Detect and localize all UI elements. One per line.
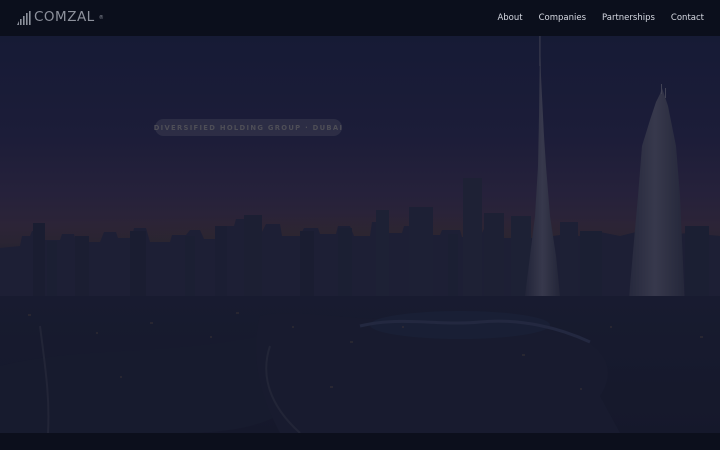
hero-section: Diversified Holding Group · Dubai	[0, 36, 720, 433]
hero-background-skyline-image	[0, 36, 720, 433]
nav-link-partnerships[interactable]: Partnerships	[602, 13, 655, 23]
main-nav: About Companies Partnerships Contact	[497, 13, 704, 23]
top-navigation-bar: COMZAL ® About Companies Partnerships Co…	[0, 0, 720, 36]
nav-link-contact[interactable]: Contact	[671, 13, 704, 23]
bottom-dark-strip	[0, 433, 720, 450]
hero-tagline-pill: Diversified Holding Group · Dubai	[153, 119, 344, 136]
nav-link-about[interactable]: About	[497, 13, 522, 23]
hero-tagline-text: Diversified Holding Group · Dubai	[153, 123, 344, 132]
registered-mark: ®	[98, 15, 105, 21]
brand-logo[interactable]: COMZAL ®	[16, 11, 104, 25]
brand-name: COMZAL	[34, 9, 95, 26]
logo-bars-icon	[17, 11, 31, 25]
nav-link-companies[interactable]: Companies	[539, 13, 586, 23]
